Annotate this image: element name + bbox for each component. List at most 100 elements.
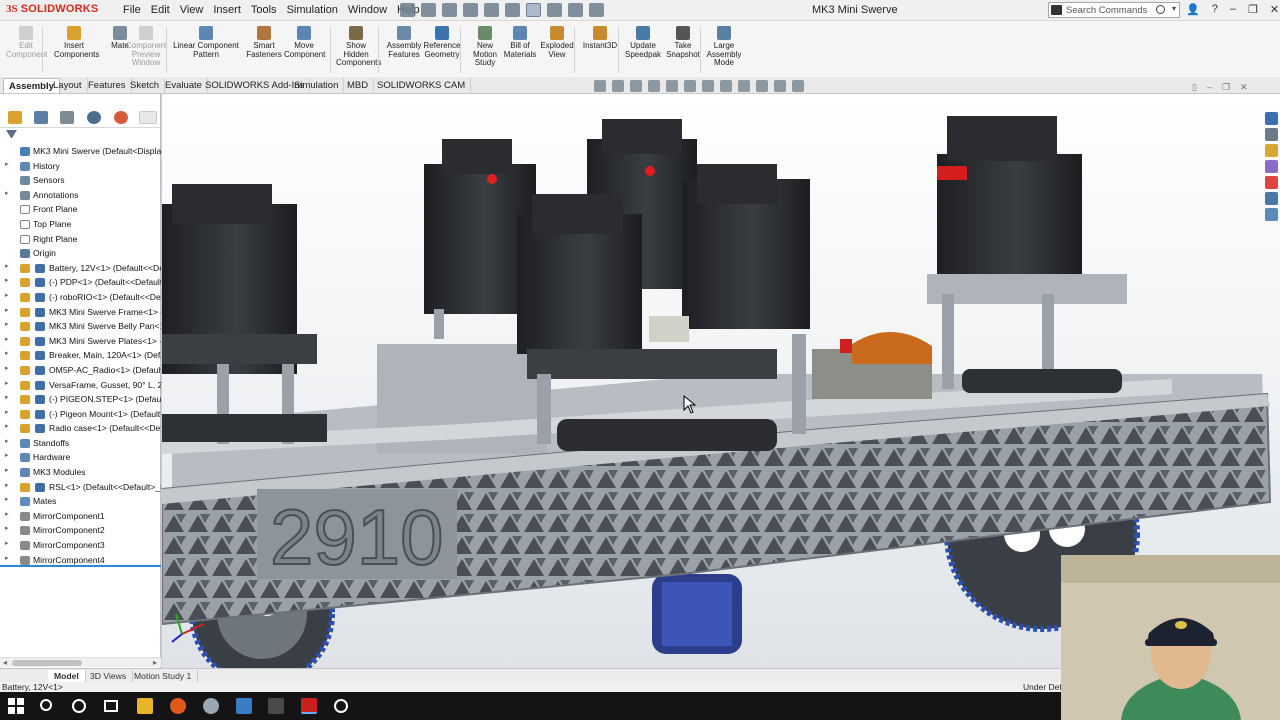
view-settings-icon[interactable] <box>774 80 786 92</box>
instant3d-button[interactable]: Instant3D <box>580 26 620 51</box>
apply-scene-icon[interactable] <box>756 80 768 92</box>
search-commands-box[interactable]: Search Commands ▾ <box>1048 2 1180 18</box>
move-component-button[interactable]: Move Component <box>284 26 325 59</box>
scrollbar-thumb[interactable] <box>12 660 82 666</box>
tab-layout[interactable]: Layout <box>48 78 88 93</box>
update-speedpak-button[interactable]: Update Speedpak <box>623 26 663 59</box>
menu-tools[interactable]: Tools <box>246 4 282 16</box>
tree-item[interactable]: ▸ (-) PDP<1> (Default<<Default>_ <box>0 275 161 290</box>
task-view-icon[interactable] <box>104 700 118 712</box>
swerve-module-front-right[interactable] <box>927 116 1127 393</box>
expand-arrow-icon[interactable]: ▸ <box>5 466 9 474</box>
app-g-icon[interactable] <box>268 698 284 714</box>
tree-item[interactable]: ▸ Mates <box>0 494 161 509</box>
firefox-icon[interactable] <box>170 698 186 714</box>
edit-appearance-icon[interactable] <box>738 80 750 92</box>
expand-arrow-icon[interactable]: ▸ <box>5 276 9 284</box>
view-orientation-icon[interactable] <box>684 80 696 92</box>
tree-item[interactable]: ▸ (-) PIGEON.STEP<1> (Default<D <box>0 392 161 407</box>
edit-component-button[interactable]: Edit Component <box>6 26 47 59</box>
open-folder-icon[interactable] <box>442 3 457 17</box>
hide-show-items-icon[interactable] <box>720 80 732 92</box>
scroll-right-icon[interactable]: ▸ <box>153 658 157 667</box>
tree-item[interactable]: ▸ MirrorComponent2 <box>0 523 161 538</box>
tree-item[interactable]: ▸ Annotations <box>0 188 161 203</box>
tree-item[interactable]: ▸ MK3 Modules <box>0 465 161 480</box>
file-explorer-icon[interactable] <box>1265 144 1278 157</box>
file-explorer-taskbar-icon[interactable] <box>137 698 153 714</box>
expand-arrow-icon[interactable]: ▸ <box>5 437 9 445</box>
new-motion-study-button[interactable]: New Motion Study <box>465 26 505 68</box>
tree-item[interactable]: Front Plane <box>0 202 161 217</box>
viewport-split-icon[interactable]: ▯ <box>1192 82 1197 93</box>
expand-arrow-icon[interactable]: ▸ <box>5 408 9 416</box>
help-icon[interactable]: ? <box>1212 3 1218 16</box>
expand-arrow-icon[interactable]: ▸ <box>5 262 9 270</box>
calculator-icon[interactable] <box>236 698 252 714</box>
tree-item[interactable]: ▸ MK3 Mini Swerve Plates<1> -> <box>0 334 161 349</box>
tree-item[interactable]: ▸ (-) roboRIO<1> (Default<<Defa <box>0 290 161 305</box>
options-gear-icon[interactable] <box>589 3 604 17</box>
expand-arrow-icon[interactable]: ▸ <box>5 422 9 430</box>
expand-arrow-icon[interactable]: ▸ <box>5 524 9 532</box>
tree-item[interactable]: MK3 Mini Swerve (Default<Display <box>0 144 161 159</box>
expand-arrow-icon[interactable]: ▸ <box>5 481 9 489</box>
tree-item[interactable]: Right Plane <box>0 232 161 247</box>
configuration-manager-tab-icon[interactable] <box>60 111 74 124</box>
insert-components-button[interactable]: Insert Components <box>54 26 99 59</box>
undo-icon[interactable] <box>505 3 520 17</box>
feature-tree-scrollbar[interactable]: ◂ ▸ <box>0 657 161 667</box>
print-icon[interactable] <box>484 3 499 17</box>
tree-item[interactable]: ▸ Hardware <box>0 450 161 465</box>
bottom-tab-motion-study-1[interactable]: Motion Study 1 <box>128 670 199 682</box>
search-taskbar-icon[interactable] <box>40 699 52 711</box>
solidworks-taskbar-icon[interactable] <box>301 698 317 714</box>
linear-component-pattern-button[interactable]: Linear Component Pattern <box>172 26 240 59</box>
expand-arrow-icon[interactable]: ▸ <box>5 451 9 459</box>
center-wheel[interactable] <box>652 574 742 654</box>
expand-arrow-icon[interactable]: ▸ <box>5 291 9 299</box>
home-icon[interactable] <box>400 3 415 17</box>
display-style-icon[interactable] <box>702 80 714 92</box>
previous-view-icon[interactable] <box>630 80 642 92</box>
forum-icon[interactable] <box>1265 208 1278 221</box>
expand-arrow-icon[interactable]: ▸ <box>5 495 9 503</box>
tab-simulation[interactable]: Simulation <box>289 78 345 93</box>
menu-view[interactable]: View <box>175 4 209 16</box>
expand-arrow-icon[interactable]: ▸ <box>5 349 9 357</box>
bottom-tab-model[interactable]: Model <box>48 670 86 682</box>
solidworks-resources-icon[interactable] <box>1265 112 1278 125</box>
component-preview-window-button[interactable]: Component Preview Window <box>126 26 167 68</box>
zoom-area-icon[interactable] <box>612 80 624 92</box>
viewport-minimize-icon[interactable]: – <box>1207 82 1212 93</box>
tree-item[interactable]: ▸ MirrorComponent4 <box>0 553 161 568</box>
rebuild-icon[interactable] <box>547 3 562 17</box>
bottom-tab-3d-views[interactable]: 3D Views <box>84 670 134 682</box>
tree-item[interactable]: ▸ OM5P-AC_Radio<1> (Default< <box>0 363 161 378</box>
tree-item[interactable]: ▸ RSL<1> (Default<<Default>_Di <box>0 480 161 495</box>
smart-fasteners-button[interactable]: Smart Fasteners <box>244 26 284 59</box>
dimxpert-tab-icon[interactable] <box>87 111 101 124</box>
exploded-view-button[interactable]: Exploded View <box>537 26 577 59</box>
expand-arrow-icon[interactable]: ▸ <box>5 539 9 547</box>
tree-item[interactable]: ▸ Breaker, Main, 120A<1> (Defaul <box>0 348 161 363</box>
user-icon[interactable]: 👤 <box>1186 3 1200 16</box>
tree-item[interactable]: ▸ VersaFrame, Gusset, 90° L, 217- <box>0 378 161 393</box>
expand-arrow-icon[interactable]: ▸ <box>5 554 9 562</box>
display-pane-icon[interactable] <box>792 80 804 92</box>
select-cursor-icon[interactable] <box>526 3 541 17</box>
menu-simulation[interactable]: Simulation <box>282 4 343 16</box>
minimize-icon[interactable]: – <box>1230 3 1236 16</box>
new-document-icon[interactable] <box>421 3 436 17</box>
tree-item[interactable]: Origin <box>0 246 161 261</box>
large-assembly-mode-button[interactable]: Large Assembly Mode <box>704 26 744 68</box>
expand-arrow-icon[interactable]: ▸ <box>5 393 9 401</box>
tree-item[interactable]: ▸ Standoffs <box>0 436 161 451</box>
tree-item[interactable]: ▸ MirrorComponent3 <box>0 538 161 553</box>
expand-arrow-icon[interactable]: ▸ <box>5 160 9 168</box>
filter-icon[interactable] <box>6 130 17 139</box>
swerve-module-front-left[interactable] <box>162 184 327 444</box>
design-library-icon[interactable] <box>1265 128 1278 141</box>
tab-solidworks-cam[interactable]: SOLIDWORKS CAM <box>372 78 472 93</box>
file-properties-icon[interactable] <box>568 3 583 17</box>
